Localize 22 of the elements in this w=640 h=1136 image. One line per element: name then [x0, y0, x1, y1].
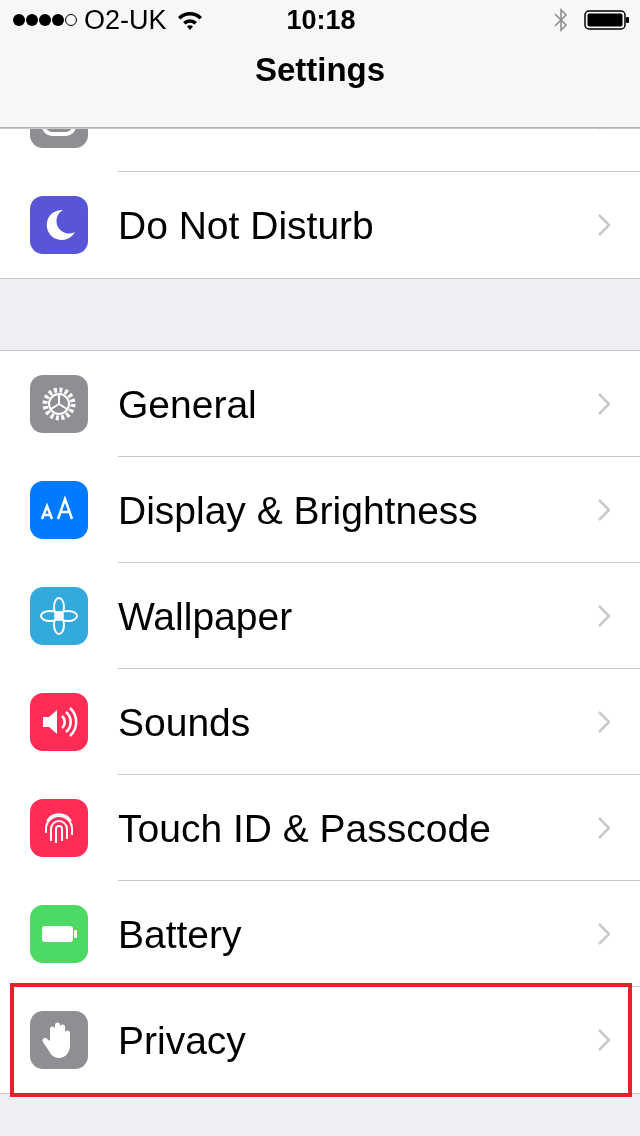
status-time: 10:18: [286, 4, 356, 36]
chevron-icon: [598, 214, 610, 236]
chevron-icon: [598, 393, 610, 415]
navigation-title: Settings: [253, 51, 387, 89]
row-label[interactable]: Battery: [118, 911, 598, 957]
chevron-icon: [598, 1029, 610, 1051]
row-label[interactable]: Sounds: [118, 699, 598, 745]
row-label[interactable]: Touch ID & Passcode: [118, 805, 598, 851]
chevron-icon: [598, 817, 610, 839]
row-label[interactable]: Wallpaper: [118, 593, 598, 639]
chevron-icon: [598, 499, 610, 521]
row-label[interactable]: General: [118, 381, 598, 427]
battery-icon: [584, 10, 630, 30]
signal-icon: [12, 13, 78, 27]
wifi-icon: [176, 10, 203, 30]
bluetooth-icon: [554, 8, 568, 32]
carrier-name: O2-UK: [84, 4, 167, 36]
chevron-icon: [598, 923, 610, 945]
row-label[interactable]: Display & Brightness: [118, 487, 598, 533]
chevron-icon: [598, 711, 610, 733]
chevron-icon: [598, 605, 610, 627]
row-label[interactable]: Privacy: [118, 1017, 598, 1063]
